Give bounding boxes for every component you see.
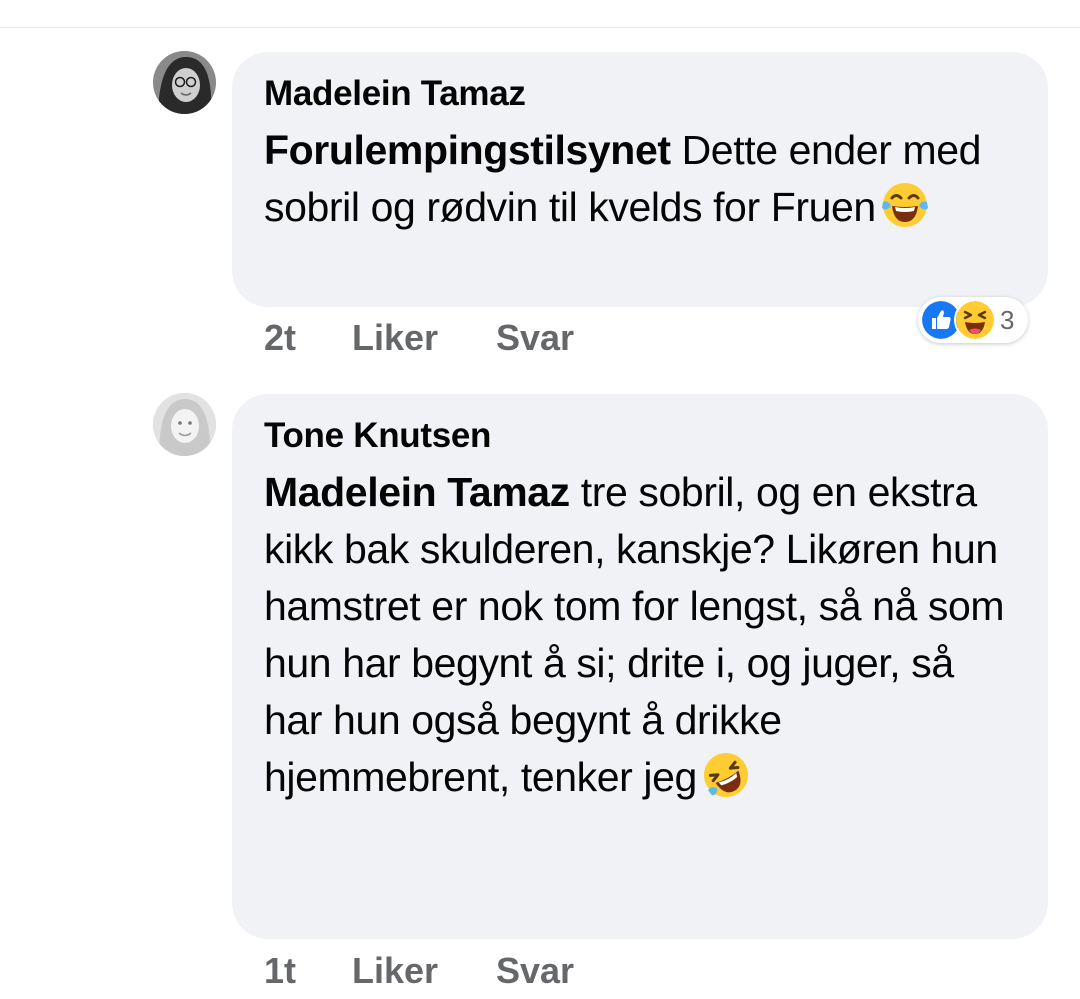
comment-timestamp[interactable]: 1t: [264, 951, 352, 991]
like-button[interactable]: Liker: [352, 951, 496, 991]
rolling-on-floor-laughing-emoji-icon: [703, 753, 748, 797]
mention-tag[interactable]: Madelein Tamaz: [264, 469, 570, 515]
reply-button[interactable]: Svar: [496, 318, 574, 358]
reaction-count: 3: [1000, 305, 1015, 335]
avatar-photo-icon: [153, 393, 216, 456]
comment-timestamp[interactable]: 2t: [264, 318, 352, 358]
comment-actions: 1t Liker Svar: [264, 951, 574, 991]
tears-of-joy-emoji-icon: [881, 183, 928, 227]
reaction-summary[interactable]: 3: [918, 297, 1029, 343]
reply-button[interactable]: Svar: [496, 951, 574, 991]
laughing-icon: [954, 299, 996, 341]
comment-text: Forulempingstilsynet Dette ender med sob…: [264, 122, 1016, 236]
comment-text: Madelein Tamaz tre sobril, og en ekstra …: [264, 464, 1016, 806]
comment-body: tre sobril, og en ekstra kikk bak skulde…: [264, 469, 1005, 800]
comment-bubble: Tone Knutsen Madelein Tamaz tre sobril, …: [232, 394, 1048, 939]
avatar-photo-icon: [153, 51, 216, 114]
top-divider: [0, 27, 1080, 28]
like-button[interactable]: Liker: [352, 318, 496, 358]
comment-author[interactable]: Madelein Tamaz: [264, 72, 1016, 116]
avatar[interactable]: [153, 393, 216, 456]
comment-author[interactable]: Tone Knutsen: [264, 414, 1016, 458]
comment-actions: 2t Liker Svar: [264, 318, 574, 358]
comment-bubble: Madelein Tamaz Forulempingstilsynet Dett…: [232, 52, 1048, 307]
mention-tag[interactable]: Forulempingstilsynet: [264, 127, 671, 173]
avatar[interactable]: [153, 51, 216, 114]
